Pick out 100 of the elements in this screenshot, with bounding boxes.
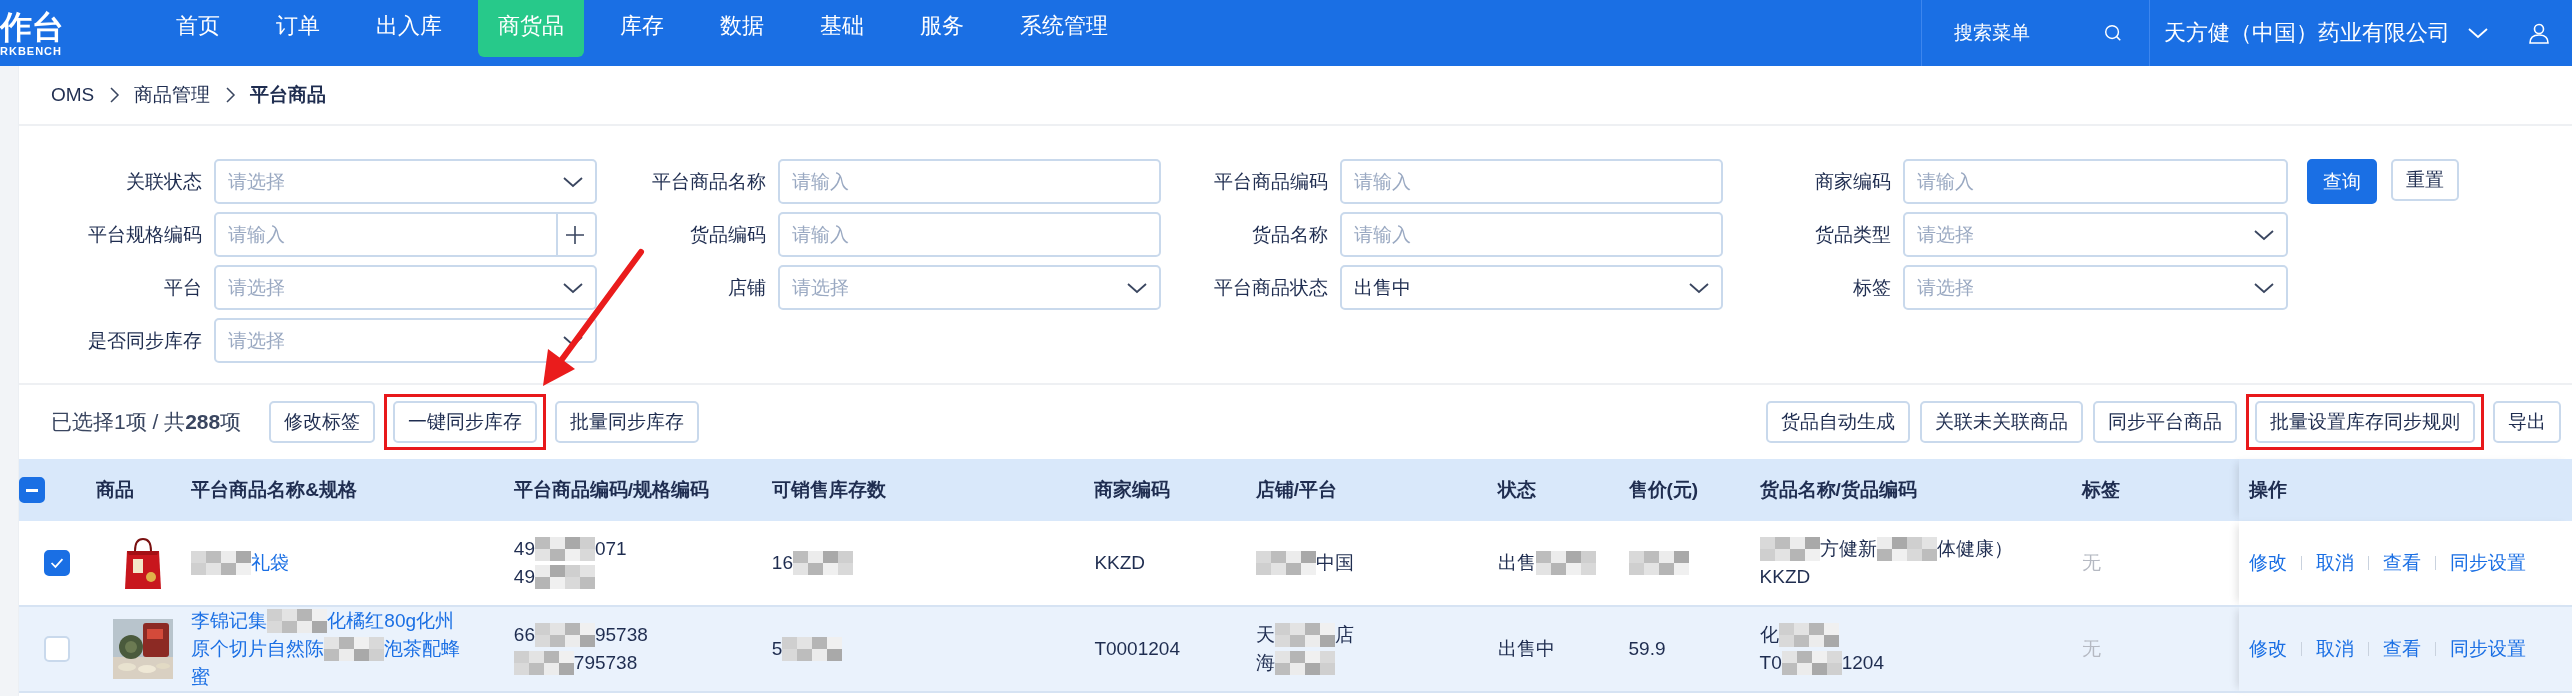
product-link[interactable]: 蜜 bbox=[191, 663, 211, 691]
cell-text: 出售中 bbox=[1497, 637, 1555, 661]
field-label: 平台规格编码 bbox=[87, 222, 203, 247]
redacted-mosaic bbox=[793, 551, 853, 575]
redacted-mosaic bbox=[782, 637, 843, 661]
column-header: 商品 bbox=[95, 479, 134, 500]
cell-text: 店 bbox=[1334, 623, 1354, 647]
field-label: 关联状态 bbox=[125, 169, 203, 194]
input-field[interactable]: 请输入 bbox=[1903, 159, 2288, 204]
redacted-mosaic bbox=[535, 537, 595, 561]
product-link[interactable]: 李锦记集 bbox=[191, 607, 268, 635]
nav-tab[interactable]: 服务 bbox=[900, 0, 984, 57]
redacted-mosaic bbox=[535, 623, 595, 647]
user-icon bbox=[2528, 22, 2550, 44]
nav-tab[interactable]: 库存 bbox=[600, 0, 684, 57]
redacted-mosaic bbox=[1535, 551, 1596, 575]
action-button[interactable]: 关联未关联商品 bbox=[1920, 401, 2083, 443]
cell-text: 59.9 bbox=[1628, 637, 1666, 661]
field-label: 平台商品名称 bbox=[651, 169, 767, 194]
action-link[interactable]: 修改 bbox=[2249, 642, 2302, 656]
column-header: 平台商品名称&规格 bbox=[191, 479, 358, 500]
product-link[interactable]: 泡茶配蜂 bbox=[384, 635, 461, 663]
checkbox[interactable] bbox=[19, 477, 45, 503]
select-field[interactable]: 请选择 bbox=[1903, 212, 2288, 257]
cell-text: 海 bbox=[1255, 651, 1275, 675]
search-icon bbox=[2103, 23, 2123, 43]
nav-tab[interactable]: 系统管理 bbox=[1000, 0, 1128, 57]
select-field[interactable]: 请选择 bbox=[214, 318, 597, 363]
breadcrumb-item[interactable]: OMS bbox=[51, 84, 95, 106]
nav-tab[interactable]: 基础 bbox=[800, 0, 884, 57]
nav-tab[interactable]: 首页 bbox=[156, 0, 240, 57]
cell-text: 66 bbox=[513, 623, 535, 647]
redacted-mosaic bbox=[1781, 651, 1842, 675]
action-link[interactable]: 修改 bbox=[2249, 556, 2302, 570]
product-link[interactable]: 礼袋 bbox=[251, 549, 290, 577]
nav-tab[interactable]: 出入库 bbox=[356, 0, 462, 57]
chevron-right-icon bbox=[108, 86, 121, 104]
field-label: 平台商品状态 bbox=[1213, 275, 1329, 300]
reset-button[interactable]: 重置 bbox=[2391, 159, 2459, 201]
checkbox[interactable] bbox=[44, 550, 71, 576]
cell-text: 795738 bbox=[573, 651, 638, 675]
checkmark-icon bbox=[49, 556, 66, 570]
redacted-mosaic bbox=[1628, 551, 1689, 575]
redacted-mosaic bbox=[1778, 623, 1839, 647]
field-label: 平台 bbox=[163, 275, 203, 300]
input-field[interactable]: 请输入 bbox=[1340, 212, 1723, 257]
redacted-mosaic bbox=[513, 651, 574, 675]
nav-tab[interactable]: 订单 bbox=[256, 0, 340, 57]
product-link[interactable]: 原个切片自然陈 bbox=[191, 635, 325, 663]
selection-summary: 已选择1项 / 共288项 bbox=[51, 409, 242, 435]
action-button[interactable]: 同步平台商品 bbox=[2093, 401, 2237, 443]
column-header: 状态 bbox=[1497, 479, 1536, 500]
action-button[interactable]: 货品自动生成 bbox=[1766, 401, 1910, 443]
cell-text: KKZD bbox=[1759, 565, 1811, 589]
cell-text: 方健新 bbox=[1819, 537, 1877, 561]
nav-tab[interactable]: 数据 bbox=[700, 0, 784, 57]
action-button[interactable]: 批量同步库存 bbox=[555, 401, 700, 443]
redacted-mosaic bbox=[1274, 623, 1335, 647]
field-label: 货品类型 bbox=[1814, 222, 1892, 247]
menu-search-field[interactable]: 搜索菜单 bbox=[1921, 0, 2149, 66]
column-header: 商家编码 bbox=[1094, 479, 1171, 500]
cell-text: 16 bbox=[771, 551, 793, 575]
company-name[interactable]: 天方健（中国）药业有限公司 bbox=[2164, 18, 2450, 48]
cell-text: 49 bbox=[513, 537, 535, 561]
select-field[interactable]: 请选择 bbox=[1903, 265, 2288, 310]
logo-subtitle: RKBENCH bbox=[0, 45, 63, 57]
cell-text: 071 bbox=[595, 537, 627, 561]
action-button[interactable]: 一键同步库存 bbox=[393, 401, 538, 443]
select-field[interactable]: 请选择 bbox=[214, 265, 597, 310]
product-link[interactable]: 化橘红80g化州 bbox=[327, 607, 455, 635]
cell-text: 出售 bbox=[1497, 551, 1536, 575]
cell-text: T0001204 bbox=[1094, 638, 1180, 659]
redacted-mosaic bbox=[1759, 537, 1820, 561]
redacted-mosaic bbox=[324, 637, 385, 661]
field-label: 标签 bbox=[1852, 275, 1892, 300]
cell-text: 中国 bbox=[1315, 551, 1354, 575]
field-label: 店铺 bbox=[727, 275, 767, 300]
input-field[interactable]: 请输入 bbox=[1340, 159, 1723, 204]
column-header: 货品名称/货品编码 bbox=[1759, 479, 1917, 500]
input-field[interactable]: 请输入 bbox=[778, 159, 1161, 204]
input-field[interactable]: 请输入 bbox=[214, 212, 597, 257]
cell-text: 化 bbox=[1759, 623, 1779, 647]
cell-text: KKZD bbox=[1094, 552, 1146, 573]
cell-text: T0 bbox=[1759, 651, 1782, 675]
select-field[interactable]: 出售中 bbox=[1340, 265, 1723, 310]
redacted-mosaic bbox=[1876, 537, 1937, 561]
select-field[interactable]: 请选择 bbox=[214, 159, 597, 204]
action-button[interactable]: 修改标签 bbox=[269, 401, 376, 443]
input-field[interactable]: 请输入 bbox=[778, 212, 1161, 257]
redacted-mosaic bbox=[535, 565, 595, 589]
select-field[interactable]: 请选择 bbox=[778, 265, 1161, 310]
field-label: 货品编码 bbox=[689, 222, 767, 247]
field-label: 是否同步库存 bbox=[87, 328, 203, 353]
action-button[interactable]: 批量设置库存同步规则 bbox=[2255, 401, 2475, 443]
breadcrumb-item[interactable]: 商品管理 bbox=[134, 82, 211, 108]
column-header: 标签 bbox=[2082, 479, 2121, 500]
column-header: 平台商品编码/规格编码 bbox=[513, 479, 710, 500]
field-label: 货品名称 bbox=[1251, 222, 1329, 247]
query-button[interactable]: 查询 bbox=[2307, 159, 2377, 204]
action-button[interactable]: 导出 bbox=[2493, 401, 2561, 443]
